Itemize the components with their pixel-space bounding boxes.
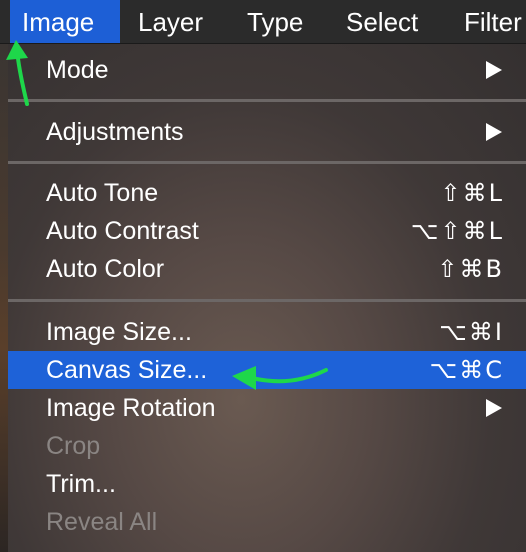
menu-bar: Image Layer Type Select Filter: [0, 0, 526, 44]
menu-item-crop: Crop: [8, 427, 526, 465]
menu-item-auto-tone[interactable]: Auto Tone ⇧⌘L: [8, 174, 526, 212]
menu-separator: [8, 99, 526, 102]
keyboard-shortcut: ⌥⌘I: [439, 318, 504, 346]
menu-item-canvas-size[interactable]: Canvas Size... ⌥⌘C: [8, 351, 526, 389]
menu-item-auto-color[interactable]: Auto Color ⇧⌘B: [8, 250, 526, 288]
menu-item-label: Auto Contrast: [46, 217, 199, 245]
menu-item-image-rotation[interactable]: Image Rotation: [8, 389, 526, 427]
menu-item-label: Crop: [46, 432, 101, 460]
menu-image[interactable]: Image: [10, 0, 120, 43]
menu-filter[interactable]: Filter: [452, 0, 526, 43]
menu-item-label: Auto Color: [46, 255, 165, 283]
menu-item-label: Mode: [46, 56, 109, 84]
menu-select[interactable]: Select: [334, 0, 454, 43]
menu-item-label: Trim...: [46, 470, 116, 498]
submenu-arrow-icon: [486, 61, 502, 79]
menu-item-trim[interactable]: Trim...: [8, 465, 526, 503]
menu-item-label: Image Rotation: [46, 394, 216, 422]
menu-separator: [8, 299, 526, 302]
keyboard-shortcut: ⇧⌘L: [440, 179, 504, 207]
menu-type[interactable]: Type: [235, 0, 335, 43]
menu-item-label: Reveal All: [46, 508, 158, 536]
submenu-arrow-icon: [486, 123, 502, 141]
image-menu-dropdown: Mode Adjustments Auto Tone ⇧⌘L Auto Cont…: [8, 44, 526, 552]
menu-item-auto-contrast[interactable]: Auto Contrast ⌥⇧⌘L: [8, 212, 526, 250]
keyboard-shortcut: ⇧⌘B: [437, 255, 504, 283]
menu-separator: [8, 161, 526, 164]
menu-layer[interactable]: Layer: [126, 0, 226, 43]
menu-item-label: Auto Tone: [46, 179, 159, 207]
menu-item-mode[interactable]: Mode: [8, 51, 526, 89]
submenu-arrow-icon: [486, 399, 502, 417]
menu-item-label: Canvas Size...: [46, 356, 208, 384]
menu-item-adjustments[interactable]: Adjustments: [8, 113, 526, 151]
menu-item-label: Image Size...: [46, 318, 192, 346]
menu-item-label: Adjustments: [46, 118, 184, 146]
menu-item-image-size[interactable]: Image Size... ⌥⌘I: [8, 313, 526, 351]
keyboard-shortcut: ⌥⌘C: [429, 356, 504, 384]
keyboard-shortcut: ⌥⇧⌘L: [410, 217, 504, 245]
background-canvas-strip: [0, 44, 8, 552]
menu-item-reveal-all: Reveal All: [8, 503, 526, 541]
